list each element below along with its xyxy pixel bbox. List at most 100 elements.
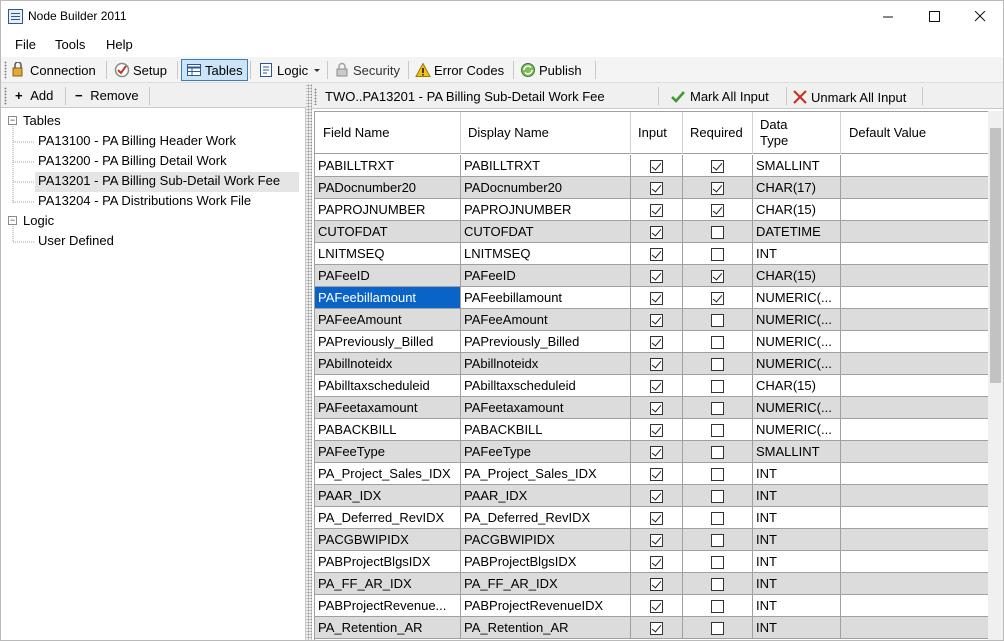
menu-help[interactable]: Help (106, 37, 133, 52)
table-row[interactable]: PADocnumber20 PADocnumber20 CHAR(17) (315, 177, 988, 199)
default-value-cell[interactable] (841, 309, 988, 331)
required-checkbox[interactable] (711, 622, 724, 635)
display-name-cell[interactable]: PAFeeAmount (461, 309, 631, 331)
input-checkbox[interactable] (650, 160, 663, 173)
default-value-cell[interactable] (841, 397, 988, 419)
required-checkbox[interactable] (711, 314, 724, 327)
table-row[interactable]: PAbilltaxscheduleid PAbilltaxscheduleid CH… (315, 375, 988, 397)
default-value-cell[interactable] (841, 529, 988, 551)
field-name-cell[interactable]: PA_Retention_AR (315, 617, 461, 639)
default-value-cell[interactable] (841, 419, 988, 441)
table-row[interactable]: PAAR_IDX PAAR_IDX INT (315, 485, 988, 507)
column-header-data-type[interactable]: Data Type (753, 112, 841, 154)
required-checkbox[interactable] (711, 182, 724, 195)
required-checkbox[interactable] (711, 424, 724, 437)
default-value-cell[interactable] (841, 287, 988, 309)
required-checkbox[interactable] (711, 160, 724, 173)
default-value-cell[interactable] (841, 441, 988, 463)
required-checkbox[interactable] (711, 380, 724, 393)
display-name-cell[interactable]: PA_FF_AR_IDX (461, 573, 631, 595)
required-checkbox[interactable] (711, 248, 724, 261)
display-name-cell[interactable]: PAFeeType (461, 441, 631, 463)
display-name-cell[interactable]: PAPROJNUMBER (461, 199, 631, 221)
table-row[interactable]: PAFeeType PAFeeType SMALLINT (315, 441, 988, 463)
default-value-cell[interactable] (841, 485, 988, 507)
input-checkbox[interactable] (650, 600, 663, 613)
required-checkbox[interactable] (711, 512, 724, 525)
default-value-cell[interactable] (841, 463, 988, 485)
tables-button[interactable]: Tables (181, 59, 248, 81)
error-codes-button[interactable]: Error Codes (411, 59, 508, 81)
required-checkbox[interactable] (711, 292, 724, 305)
table-row[interactable]: CUTOFDAT CUTOFDAT DATETIME (315, 221, 988, 243)
table-row[interactable]: PAFeeAmount PAFeeAmount NUMERIC(... (315, 309, 988, 331)
display-name-cell[interactable]: PABILLTRXT (461, 155, 631, 177)
column-header-required[interactable]: Required (683, 112, 753, 154)
input-checkbox[interactable] (650, 556, 663, 569)
column-header-field-name[interactable]: Field Name (315, 112, 461, 154)
required-checkbox[interactable] (711, 468, 724, 481)
table-row[interactable]: PABProjectBlgsIDX PABProjectBlgsIDX INT (315, 551, 988, 573)
field-name-cell[interactable]: PAFeeID (315, 265, 461, 287)
display-name-cell[interactable]: PAFeebillamount (461, 287, 631, 309)
table-row[interactable]: PA_FF_AR_IDX PA_FF_AR_IDX INT (315, 573, 988, 595)
required-checkbox[interactable] (711, 336, 724, 349)
default-value-cell[interactable] (841, 221, 988, 243)
connection-button[interactable]: Connection (7, 59, 100, 81)
mark-all-input-button[interactable]: Mark All Input (670, 89, 769, 104)
display-name-cell[interactable]: PACGBWIPIDX (461, 529, 631, 551)
field-name-cell[interactable]: PABProjectBlgsIDX (315, 551, 461, 573)
required-checkbox[interactable] (711, 490, 724, 503)
table-row[interactable]: PA_Project_Sales_IDX PA_Project_Sales_IDX… (315, 463, 988, 485)
input-checkbox[interactable] (650, 578, 663, 591)
field-name-cell[interactable]: PA_Deferred_RevIDX (315, 507, 461, 529)
table-row[interactable]: PA_Retention_AR PA_Retention_AR INT (315, 617, 988, 639)
input-checkbox[interactable] (650, 270, 663, 283)
field-name-cell[interactable]: PAbilltaxscheduleid (315, 375, 461, 397)
input-checkbox[interactable] (650, 380, 663, 393)
column-header-input[interactable]: Input (631, 112, 683, 154)
input-checkbox[interactable] (650, 402, 663, 415)
logic-button[interactable]: Logic (254, 59, 326, 81)
display-name-cell[interactable]: PAFeetaxamount (461, 397, 631, 419)
default-value-cell[interactable] (841, 617, 988, 639)
table-row[interactable]: PAPreviously_Billed PAPreviously_Billed NU… (315, 331, 988, 353)
display-name-cell[interactable]: PABProjectRevenueIDX (461, 595, 631, 617)
field-name-cell[interactable]: CUTOFDAT (315, 221, 461, 243)
required-checkbox[interactable] (711, 556, 724, 569)
tree-node-tables[interactable]: − Tables (5, 112, 295, 132)
maximize-button[interactable] (911, 1, 957, 32)
default-value-cell[interactable] (841, 199, 988, 221)
column-header-default-value[interactable]: Default Value (841, 112, 988, 154)
field-name-cell[interactable]: PAPreviously_Billed (315, 331, 461, 353)
add-button[interactable]: + Add (15, 88, 53, 103)
default-value-cell[interactable] (841, 265, 988, 287)
table-row[interactable]: PA_Deferred_RevIDX PA_Deferred_RevIDX INT (315, 507, 988, 529)
required-checkbox[interactable] (711, 270, 724, 283)
default-value-cell[interactable] (841, 331, 988, 353)
field-name-cell[interactable]: PA_Project_Sales_IDX (315, 463, 461, 485)
input-checkbox[interactable] (650, 468, 663, 481)
field-name-cell[interactable]: PABACKBILL (315, 419, 461, 441)
menu-file[interactable]: File (15, 37, 36, 52)
input-checkbox[interactable] (650, 512, 663, 525)
table-row[interactable]: PAbillnoteidx PAbillnoteidx NUMERIC(... (315, 353, 988, 375)
table-row[interactable]: LNITMSEQ LNITMSEQ INT (315, 243, 988, 265)
field-name-cell[interactable]: PAFeeAmount (315, 309, 461, 331)
default-value-cell[interactable] (841, 573, 988, 595)
remove-button[interactable]: − Remove (75, 88, 139, 103)
input-checkbox[interactable] (650, 622, 663, 635)
input-checkbox[interactable] (650, 314, 663, 327)
input-checkbox[interactable] (650, 248, 663, 261)
security-button[interactable]: Security (330, 59, 404, 81)
input-checkbox[interactable] (650, 204, 663, 217)
table-row[interactable]: PACGBWIPIDX PACGBWIPIDX INT (315, 529, 988, 551)
required-checkbox[interactable] (711, 402, 724, 415)
input-checkbox[interactable] (650, 336, 663, 349)
display-name-cell[interactable]: LNITMSEQ (461, 243, 631, 265)
table-row[interactable]: PABACKBILL PABACKBILL NUMERIC(... (315, 419, 988, 441)
input-checkbox[interactable] (650, 226, 663, 239)
display-name-cell[interactable]: PAbillnoteidx (461, 353, 631, 375)
default-value-cell[interactable] (841, 177, 988, 199)
required-checkbox[interactable] (711, 534, 724, 547)
